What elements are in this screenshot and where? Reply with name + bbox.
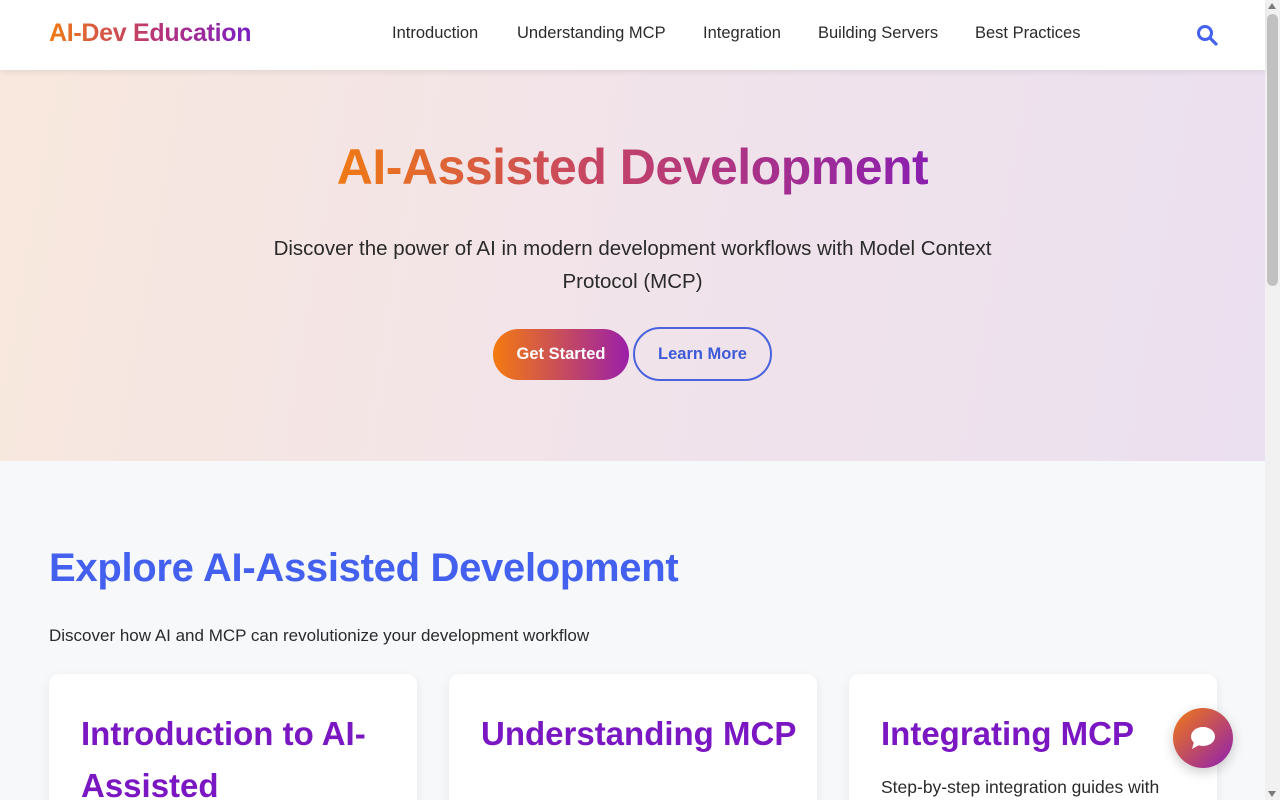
scroll-up-arrow-icon[interactable] [1268,3,1276,9]
chat-button[interactable] [1173,708,1233,768]
hero-title: AI-Assisted Development [0,138,1265,196]
card-understanding-mcp[interactable]: Understanding MCP [449,674,817,800]
nav-link-integration[interactable]: Integration [703,24,781,43]
get-started-button[interactable]: Get Started [493,329,629,380]
hero-title-text: AI-Assisted Development [336,139,929,195]
top-navbar: AI-Dev Education Introduction Understand… [0,0,1265,70]
explore-title: Explore AI-Assisted Development [49,546,679,590]
hero-section: AI-Assisted Development Discover the pow… [0,70,1265,461]
card-title: Introduction to AI-Assisted [81,715,366,800]
nav-link-building-servers[interactable]: Building Servers [818,24,938,43]
chat-bubble-icon [1191,727,1215,749]
explore-subtitle: Discover how AI and MCP can revolutioniz… [49,626,590,645]
page-scrollbar[interactable] [1265,0,1280,800]
main-nav: Introduction Understanding MCP Integrati… [0,24,1265,46]
nav-link-introduction[interactable]: Introduction [392,24,478,43]
nav-link-best-practices[interactable]: Best Practices [975,24,1080,43]
card-description: Step-by-step integration guides with [881,777,1160,797]
card-title: Understanding MCP [481,715,797,752]
card-integrating-mcp[interactable]: Integrating MCP Step-by-step integration… [849,674,1217,800]
scroll-down-arrow-icon[interactable] [1268,791,1276,797]
card-introduction[interactable]: Introduction to AI-Assisted [49,674,417,800]
nav-link-understanding-mcp[interactable]: Understanding MCP [517,24,666,43]
scrollbar-thumb[interactable] [1267,14,1278,286]
hero-subtitle: Discover the power of AI in modern devel… [273,237,992,293]
search-icon[interactable] [1195,23,1219,47]
card-title: Integrating MCP [881,715,1134,752]
learn-more-button[interactable]: Learn More [633,327,772,381]
